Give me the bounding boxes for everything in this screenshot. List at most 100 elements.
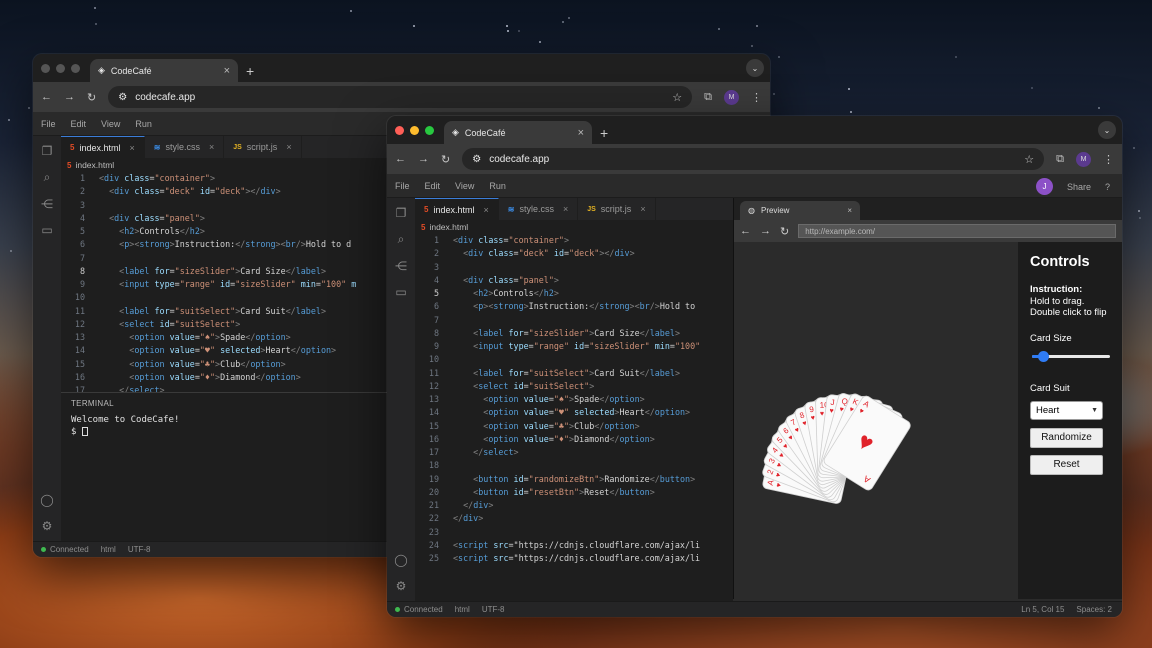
bookmark-star-icon[interactable]: ☆ <box>672 91 682 104</box>
code-line[interactable]: 24 <script src="https://cdnjs.cloudflare.… <box>415 539 733 552</box>
code-line[interactable]: 3 <box>61 199 391 212</box>
extensions-icon[interactable]: ⧉ <box>1056 153 1064 166</box>
code-line[interactable]: 12 <select id="suitSelect"> <box>415 380 733 393</box>
close-icon[interactable]: × <box>483 205 488 215</box>
menu-edit[interactable]: Edit <box>71 119 87 129</box>
new-tab-icon[interactable]: + <box>600 121 608 144</box>
search-icon[interactable]: ⌕ <box>398 232 405 247</box>
terminal-prompt[interactable]: $ <box>61 426 391 438</box>
account-icon[interactable]: ◯ <box>394 553 407 567</box>
editor-tab-index-html[interactable]: 5 index.html × <box>61 136 145 158</box>
reload-icon[interactable]: ↻ <box>441 153 450 166</box>
search-icon[interactable]: ⌕ <box>44 170 51 185</box>
code-line[interactable]: 6 <p><strong>Instruction:</strong><br/>H… <box>61 238 391 251</box>
code-line[interactable]: 9 <input type="range" id="sizeSlider" mi… <box>415 340 733 353</box>
encoding[interactable]: UTF-8 <box>128 545 151 554</box>
reset-button[interactable]: Reset <box>1030 454 1103 475</box>
code-line[interactable]: 20 <button id="resetBtn">Reset</button> <box>415 486 733 499</box>
code-line[interactable]: 11 <label for="suitSelect">Card Suit</la… <box>415 367 733 380</box>
address-bar[interactable]: ⚙ codecafe.app ☆ <box>108 86 693 108</box>
code-line[interactable]: 4 <div class="panel"> <box>415 274 733 287</box>
card-stage[interactable]: A ♥ 2 ♥ 3 ♥ 4 ♥ 5 ♥ 6 ♥ 7 ♥ 8 ♥ 9 ♥ 10 ♥ J ♥ Q ♥ K ♥ A ♥ ♥ A <box>734 242 1018 599</box>
code-line[interactable]: 1 <div class="container"> <box>415 234 733 247</box>
menu-kebab-icon[interactable]: ⋮ <box>751 91 762 104</box>
close-dot[interactable] <box>41 63 50 73</box>
browser-tab[interactable]: ◈ CodeCafé × <box>444 121 592 144</box>
share-button[interactable]: Share <box>1067 182 1091 192</box>
code-line[interactable]: 8 <label for="sizeSlider">Card Size</lab… <box>61 265 391 278</box>
slider-thumb[interactable] <box>1038 350 1049 362</box>
indent-spaces[interactable]: Spaces: 2 <box>1076 605 1112 614</box>
menu-kebab-icon[interactable]: ⋮ <box>1103 153 1114 166</box>
code-line[interactable]: 10 <box>415 353 733 366</box>
forward-icon[interactable]: → <box>760 225 771 237</box>
minimize-dot[interactable] <box>410 125 419 135</box>
preview-tab[interactable]: ◍ Preview × <box>740 201 860 220</box>
code-line[interactable]: 3 <box>415 261 733 274</box>
extensions-icon[interactable]: ⧉ <box>704 91 712 104</box>
maximize-dot[interactable] <box>71 63 80 73</box>
code-line[interactable]: 10 <box>61 291 391 304</box>
share-icon[interactable]: ⋲ <box>395 259 407 273</box>
help-button[interactable]: ? <box>1105 182 1110 192</box>
new-tab-icon[interactable]: + <box>246 59 254 82</box>
menu-file[interactable]: File <box>41 119 56 129</box>
share-icon[interactable]: ⋲ <box>41 197 53 211</box>
code-line[interactable]: 22 </div> <box>415 512 733 525</box>
code-line[interactable]: 13 <option value="♠">Spade</option> <box>415 393 733 406</box>
language-mode[interactable]: html <box>101 545 116 554</box>
menu-edit[interactable]: Edit <box>425 181 441 191</box>
code-line[interactable]: 1 <div class="container"> <box>61 172 391 185</box>
code-line[interactable]: 25 <script src="https://cdnjs.cloudflare.… <box>415 552 733 565</box>
code-line[interactable]: 16 <option value="♦">Diamond</option> <box>61 371 391 384</box>
close-icon[interactable]: × <box>286 142 291 152</box>
editor-tab-script-js[interactable]: JS script.js × <box>224 136 302 158</box>
code-line[interactable]: 17 </select> <box>61 384 391 392</box>
breadcrumb[interactable]: 5 index.html <box>61 158 391 172</box>
close-icon[interactable]: × <box>209 142 214 152</box>
code-editor[interactable]: 1 <div class="container"> 2 <div class="de… <box>415 234 733 601</box>
maximize-dot[interactable] <box>425 125 434 135</box>
bookmark-star-icon[interactable]: ☆ <box>1024 153 1034 166</box>
code-line[interactable]: 12 <select id="suitSelect"> <box>61 318 391 331</box>
card-size-slider[interactable] <box>1030 350 1110 362</box>
code-line[interactable]: 4 <div class="panel"> <box>61 212 391 225</box>
editor-tab-style-css[interactable]: ≋ style.css × <box>499 198 579 220</box>
code-line[interactable]: 15 <option value="♣">Club</option> <box>415 420 733 433</box>
menu-run[interactable]: Run <box>489 181 506 191</box>
profile-avatar[interactable]: M <box>724 89 739 105</box>
address-bar[interactable]: ⚙ codecafe.app ☆ <box>462 148 1045 170</box>
preview-pane[interactable]: ◍ Preview × ← → ↻ http://example.com/ A ♥… <box>733 198 1122 599</box>
tab-search-icon[interactable]: ⌄ <box>1098 121 1116 139</box>
breadcrumb[interactable]: 5 index.html <box>415 220 733 234</box>
cursor-position[interactable]: Ln 5, Col 15 <box>1021 605 1064 614</box>
close-dot[interactable] <box>395 125 404 135</box>
menu-view[interactable]: View <box>455 181 474 191</box>
browser-window-front[interactable]: ◈ CodeCafé × + ⌄ ← → ↻ ⚙ codecafe.app ☆ … <box>387 116 1122 617</box>
code-line[interactable]: 11 <label for="suitSelect">Card Suit</la… <box>61 305 391 318</box>
terminal-panel[interactable]: TERMINAL Welcome to CodeCafe! $ <box>61 392 391 541</box>
code-line[interactable]: 23 <box>415 526 733 539</box>
preview-url-bar[interactable]: http://example.com/ <box>798 224 1116 238</box>
close-tab-icon[interactable]: × <box>578 127 584 139</box>
close-icon[interactable]: × <box>563 204 568 214</box>
code-line[interactable]: 17 </select> <box>415 446 733 459</box>
code-line[interactable]: 19 <button id="randomizeBtn">Randomize</… <box>415 473 733 486</box>
code-line[interactable]: 7 <box>61 252 391 265</box>
code-line[interactable]: 8 <label for="sizeSlider">Card Size</lab… <box>415 327 733 340</box>
browser-tab[interactable]: ◈ CodeCafé × <box>90 59 238 82</box>
menu-view[interactable]: View <box>101 119 120 129</box>
encoding[interactable]: UTF-8 <box>482 605 505 614</box>
reload-icon[interactable]: ↻ <box>780 225 789 238</box>
code-line[interactable]: 18 <box>415 459 733 472</box>
code-line[interactable]: 16 <option value="♦">Diamond</option> <box>415 433 733 446</box>
settings-gear-icon[interactable]: ⚙ <box>42 519 53 533</box>
code-line[interactable]: 6 <p><strong>Instruction:</strong><br/>H… <box>415 300 733 313</box>
close-icon[interactable]: × <box>847 206 852 215</box>
code-line[interactable]: 2 <div class="deck" id="deck"></div> <box>415 247 733 260</box>
code-line[interactable]: 7 <box>415 314 733 327</box>
site-info-icon[interactable]: ⚙ <box>118 92 127 103</box>
explorer-icon[interactable]: ❐ <box>42 144 53 158</box>
back-icon[interactable]: ← <box>41 91 52 103</box>
code-editor[interactable]: 1 <div class="container"> 2 <div class="de… <box>61 172 391 392</box>
